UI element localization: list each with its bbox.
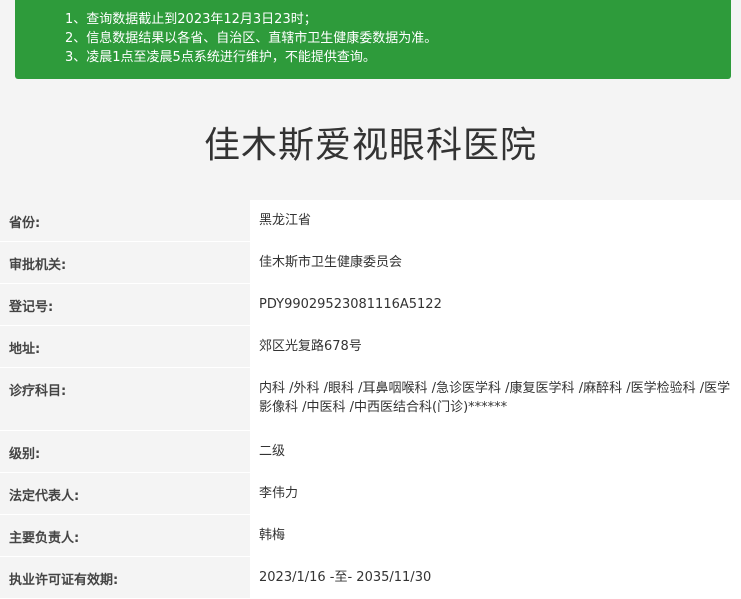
info-value: 佳木斯市卫生健康委员会: [250, 242, 741, 283]
info-label: 登记号:: [0, 284, 250, 325]
info-row-level: 级别: 二级: [0, 431, 741, 473]
info-label: 地址:: [0, 326, 250, 367]
info-label: 审批机关:: [0, 242, 250, 283]
notice-banner: 1、查询数据截止到2023年12月3日23时； 2、信息数据结果以各省、自治区、…: [15, 0, 731, 79]
info-value: 内科 /外科 /眼科 /耳鼻咽喉科 /急诊医学科 /康复医学科 /麻醉科 /医学…: [250, 368, 741, 430]
notice-line-3: 3、凌晨1点至凌晨5点系统进行维护，不能提供查询。: [65, 50, 376, 65]
info-row-license-validity: 执业许可证有效期: 2023/1/16 -至- 2035/11/30: [0, 557, 741, 599]
info-row-principal: 主要负责人: 韩梅: [0, 515, 741, 557]
hospital-info-table: 省份: 黑龙江省 审批机关: 佳木斯市卫生健康委员会 登记号: PDY99029…: [0, 200, 741, 599]
hospital-title: 佳木斯爱视眼科医院: [203, 125, 537, 166]
info-value: 2023/1/16 -至- 2035/11/30: [250, 557, 741, 598]
info-label: 级别:: [0, 431, 250, 472]
info-value: PDY99029523081116A5122: [250, 284, 741, 325]
info-label: 执业许可证有效期:: [0, 557, 250, 598]
info-label: 省份:: [0, 200, 250, 241]
info-row-legal-representative: 法定代表人: 李伟力: [0, 473, 741, 515]
info-label: 主要负责人:: [0, 515, 250, 556]
info-row-registration-number: 登记号: PDY99029523081116A5122: [0, 284, 741, 326]
info-row-approval-authority: 审批机关: 佳木斯市卫生健康委员会: [0, 242, 741, 284]
info-label: 诊疗科目:: [0, 368, 250, 430]
info-value: 韩梅: [250, 515, 741, 556]
info-row-address: 地址: 郊区光复路678号: [0, 326, 741, 368]
info-value: 二级: [250, 431, 741, 472]
info-value: 李伟力: [250, 473, 741, 514]
notice-line-1: 1、查询数据截止到2023年12月3日23时；: [65, 12, 317, 27]
notice-line-2: 2、信息数据结果以各省、自治区、直辖市卫生健康委数据为准。: [65, 31, 438, 46]
info-row-departments: 诊疗科目: 内科 /外科 /眼科 /耳鼻咽喉科 /急诊医学科 /康复医学科 /麻…: [0, 368, 741, 431]
info-label: 法定代表人:: [0, 473, 250, 514]
info-value: 黑龙江省: [250, 200, 741, 241]
info-value: 郊区光复路678号: [250, 326, 741, 367]
info-row-province: 省份: 黑龙江省: [0, 200, 741, 242]
